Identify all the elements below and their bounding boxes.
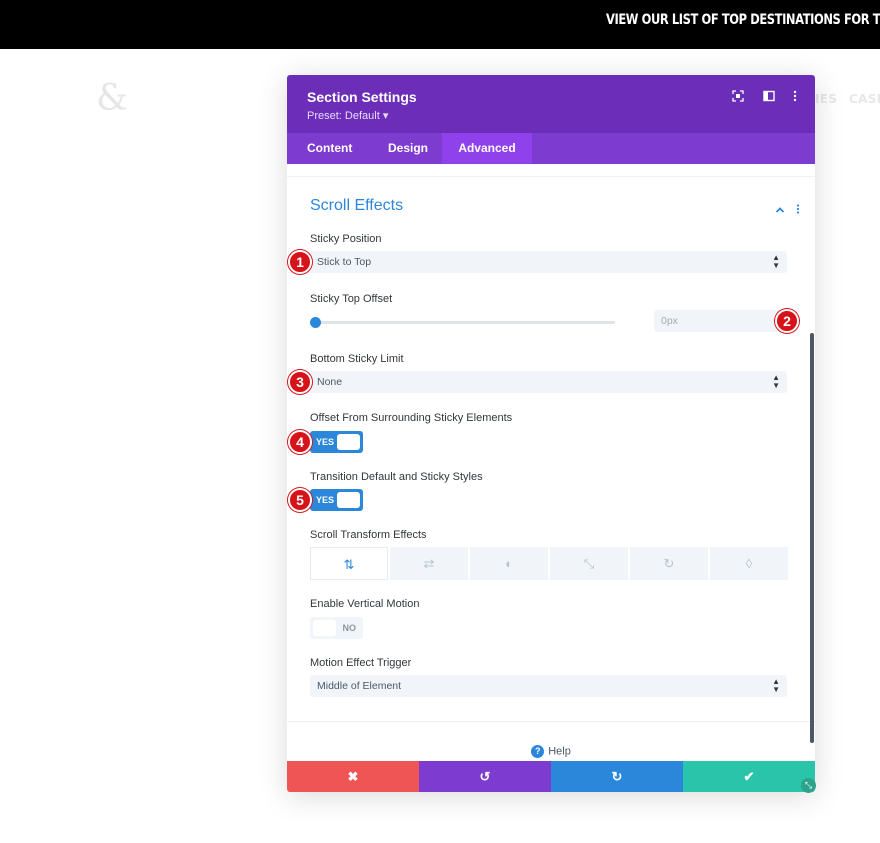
collapse-chevron-icon[interactable] — [775, 201, 785, 219]
blur-icon[interactable]: ◊ — [710, 547, 788, 580]
motion-trigger-select[interactable]: Middle of Element ▲ ▼ — [310, 675, 787, 697]
toggle-knob — [337, 434, 360, 450]
tab-content[interactable]: Content — [287, 133, 372, 164]
annotation-badge: 1 — [288, 250, 312, 274]
settings-tabs: Content Design Advanced — [287, 133, 815, 164]
motion-trigger-value: Middle of Element — [317, 680, 402, 692]
select-arrows-icon: ▲ ▼ — [772, 373, 780, 390]
announcement-text: VIEW OUR LIST OF TOP DESTINATIONS FOR TH… — [606, 12, 880, 28]
offset-slider-track[interactable] — [310, 321, 615, 324]
undo-button[interactable]: ↺ — [419, 761, 551, 792]
annotation-badge: 2 — [775, 309, 799, 333]
more-options-icon[interactable] — [789, 89, 803, 103]
select-arrows-icon: ▲ ▼ — [772, 677, 780, 694]
sticky-position-select[interactable]: Stick to Top ▲ ▼ — [310, 251, 787, 273]
vertical-motion-toggle[interactable]: NO — [310, 617, 363, 639]
select-arrows-icon: ▲ ▼ — [772, 253, 780, 270]
offset-placeholder: 0px — [661, 315, 678, 327]
modal-footer: ✖ ↺ ↻ ✔ — [287, 761, 815, 792]
redo-button[interactable]: ↻ — [551, 761, 683, 792]
toggle-state: YES — [316, 495, 335, 505]
section-title[interactable]: Scroll Effects — [310, 197, 403, 215]
save-button[interactable]: ✔ — [683, 761, 815, 792]
toggle-state: YES — [316, 437, 335, 447]
help-icon: ? — [531, 745, 545, 758]
divider — [287, 721, 815, 722]
offset-input[interactable]: 0px — [654, 310, 787, 332]
toggle-knob — [313, 620, 336, 636]
fading-icon[interactable]: ◐ — [470, 547, 548, 580]
section-settings-modal: Section Settings Preset: Default ▾ Conte… — [287, 75, 815, 792]
site-logo: & — [96, 78, 129, 119]
offset-slider-handle[interactable] — [310, 317, 321, 328]
bottom-sticky-limit-label: Bottom Sticky Limit — [310, 353, 404, 365]
bottom-sticky-limit-value: None — [317, 376, 343, 388]
transition-styles-toggle[interactable]: YES — [310, 489, 363, 511]
annotation-badge: 4 — [288, 430, 312, 454]
scroll-transform-label: Scroll Transform Effects — [310, 529, 427, 541]
scroll-transform-group: ⇅ ⇄ ◐ ⤡ ↻ ◊ — [310, 547, 788, 580]
tab-design[interactable]: Design — [368, 133, 448, 164]
motion-trigger-label: Motion Effect Trigger — [310, 657, 412, 669]
focus-icon[interactable] — [732, 89, 746, 103]
sticky-position-label: Sticky Position — [310, 233, 382, 245]
sticky-top-offset-label: Sticky Top Offset — [310, 293, 393, 305]
modal-header: Section Settings Preset: Default ▾ — [287, 75, 815, 133]
vertical-motion-label: Enable Vertical Motion — [310, 598, 420, 610]
panel-scrollbar[interactable] — [810, 333, 814, 743]
offset-surrounding-toggle[interactable]: YES — [310, 431, 363, 453]
resize-handle-icon[interactable]: ⤡ — [801, 778, 816, 793]
bg-nav-item: CASE — [849, 92, 880, 106]
divider — [287, 176, 815, 177]
vertical-motion-icon[interactable]: ⇅ — [310, 547, 388, 580]
toggle-knob — [337, 492, 360, 508]
tab-advanced[interactable]: Advanced — [442, 133, 532, 164]
cancel-button[interactable]: ✖ — [287, 761, 419, 792]
section-menu-icon[interactable] — [796, 201, 800, 219]
offset-surrounding-label: Offset From Surrounding Sticky Elements — [310, 412, 513, 424]
toggle-state: NO — [342, 623, 357, 633]
split-view-icon[interactable] — [763, 89, 777, 103]
transition-styles-label: Transition Default and Sticky Styles — [310, 471, 483, 483]
preset-dropdown[interactable]: Preset: Default ▾ — [307, 109, 388, 122]
annotation-badge: 3 — [288, 370, 312, 394]
sticky-position-value: Stick to Top — [317, 256, 372, 268]
horizontal-motion-icon[interactable]: ⇄ — [390, 547, 468, 580]
bg-nav-item: IES — [815, 92, 838, 106]
annotation-badge: 5 — [288, 488, 312, 512]
scaling-icon[interactable]: ⤡ — [550, 547, 628, 580]
bottom-sticky-limit-select[interactable]: None ▲ ▼ — [310, 371, 787, 393]
announcement-bar: VIEW OUR LIST OF TOP DESTINATIONS FOR TH… — [0, 0, 880, 49]
help-label: Help — [548, 745, 571, 758]
rotating-icon[interactable]: ↻ — [630, 547, 708, 580]
modal-title: Section Settings — [307, 89, 417, 105]
help-link[interactable]: ? Help — [287, 745, 815, 758]
